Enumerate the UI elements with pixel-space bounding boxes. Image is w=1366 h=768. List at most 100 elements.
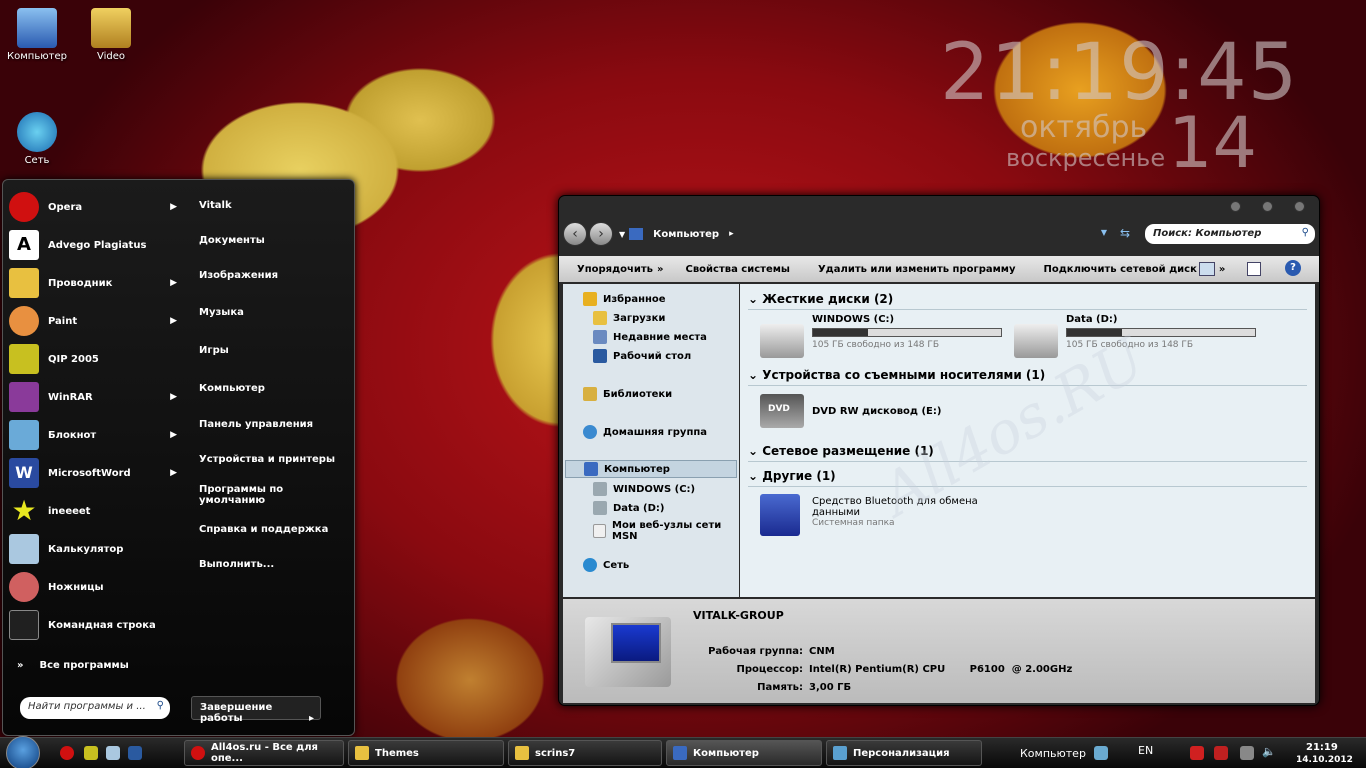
clock-day: 14 bbox=[1168, 102, 1258, 184]
network-tray-icon[interactable] bbox=[1240, 746, 1254, 760]
group-header-other[interactable]: ⌄ Другие (1) bbox=[748, 469, 1307, 487]
nav-item-homegroup[interactable]: Домашняя группа bbox=[583, 425, 707, 439]
update-tray-icon[interactable] bbox=[1214, 746, 1228, 760]
details-pane: VITALK-GROUP Рабочая группа: CNM Процесс… bbox=[563, 599, 1315, 703]
start-menu: Opera ▶ A Advego Plagiatus Проводник ▶ Pain… bbox=[2, 179, 355, 736]
place-run[interactable]: Выполнить... bbox=[199, 547, 349, 582]
back-button[interactable]: ‹ bbox=[563, 222, 587, 246]
preview-pane-icon[interactable] bbox=[1247, 262, 1261, 276]
program-qip[interactable]: QIP 2005 bbox=[9, 340, 183, 378]
nav-item-favorites[interactable]: Избранное bbox=[583, 292, 666, 306]
taskbar-button-personalization[interactable]: Персонализация bbox=[826, 740, 982, 766]
nav-item-computer[interactable]: Компьютер bbox=[565, 460, 737, 478]
nav-item-downloads[interactable]: Загрузки bbox=[593, 311, 665, 325]
command-bar: Упорядочить » Свойства системы Удалить ил… bbox=[559, 256, 1319, 282]
system-properties-button[interactable]: Свойства системы bbox=[685, 264, 789, 275]
nav-item-desktop[interactable]: Рабочий стол bbox=[593, 349, 691, 363]
users-tray-icon[interactable] bbox=[1094, 746, 1108, 760]
search-icon: ⚲ bbox=[1301, 227, 1309, 238]
place-music[interactable]: Музыка bbox=[199, 293, 349, 331]
quicklaunch-calculator-icon[interactable] bbox=[106, 746, 120, 760]
collapse-chevron-icon: ⌄ bbox=[748, 469, 763, 483]
place-default-programs[interactable]: Программы по умолчанию bbox=[199, 477, 349, 512]
nav-item-recent-places[interactable]: Недавние места bbox=[593, 330, 707, 344]
close-button[interactable] bbox=[1294, 201, 1305, 212]
place-documents[interactable]: Документы bbox=[199, 223, 349, 258]
search-input[interactable]: Поиск: Компьютер ⚲ bbox=[1145, 224, 1315, 244]
quicklaunch-qip-icon[interactable] bbox=[84, 746, 98, 760]
submenu-arrow-icon: ▶ bbox=[170, 468, 177, 478]
program-opera[interactable]: Opera ▶ bbox=[9, 188, 183, 226]
volume-icon[interactable]: 🔈 bbox=[1262, 745, 1276, 758]
map-network-drive-button[interactable]: Подключить сетевой диск bbox=[1043, 264, 1196, 275]
cmd-icon bbox=[9, 610, 39, 640]
nav-item-drive-d[interactable]: Data (D:) bbox=[593, 501, 665, 515]
drive-item-c[interactable]: WINDOWS (C:) 105 ГБ свободно из 148 ГБ bbox=[812, 314, 1002, 350]
taskbar-button-themes[interactable]: Themes bbox=[348, 740, 504, 766]
notepad-icon bbox=[9, 420, 39, 450]
security-tray-icon[interactable] bbox=[1190, 746, 1204, 760]
maximize-button[interactable] bbox=[1262, 201, 1273, 212]
program-word[interactable]: W MicrosoftWord ▶ bbox=[9, 454, 183, 492]
submenu-arrow-icon: ▶ bbox=[170, 202, 177, 212]
program-explorer[interactable]: Проводник ▶ bbox=[9, 264, 183, 302]
more-commands-icon[interactable]: » bbox=[1219, 264, 1225, 275]
desktop-icon-video[interactable]: Video bbox=[74, 8, 148, 62]
drive-item-dvd[interactable]: DVD RW дисковод (E:) bbox=[812, 406, 941, 417]
breadcrumb[interactable]: Компьютер bbox=[653, 229, 719, 240]
computer-icon bbox=[673, 746, 687, 760]
minimize-button[interactable] bbox=[1230, 201, 1241, 212]
place-games[interactable]: Игры bbox=[199, 331, 349, 369]
shutdown-button[interactable]: Завершение работы ▸ bbox=[191, 696, 321, 724]
program-notepad[interactable]: Блокнот ▶ bbox=[9, 416, 183, 454]
taskbar-button-browser[interactable]: All4os.ru - Все для опе... bbox=[184, 740, 344, 766]
organize-button[interactable]: Упорядочить bbox=[577, 264, 653, 275]
desktop-icon-computer[interactable]: Компьютер bbox=[0, 8, 74, 62]
group-header-hard-drives[interactable]: ⌄ Жесткие диски (2) bbox=[748, 292, 1307, 310]
desktop-icon-network[interactable]: Сеть bbox=[0, 112, 74, 166]
nav-item-libraries[interactable]: Библиотеки bbox=[583, 387, 672, 401]
shutdown-options-icon[interactable]: ▸ bbox=[309, 713, 314, 724]
breadcrumb-chevron-icon[interactable]: ▸ bbox=[729, 229, 734, 239]
start-button[interactable] bbox=[6, 736, 40, 768]
nav-item-msn-sites[interactable]: Мои веб-узлы сети MSN bbox=[593, 520, 739, 542]
all-programs-button[interactable]: » Все программы bbox=[9, 660, 129, 671]
place-help[interactable]: Справка и поддержка bbox=[199, 512, 349, 547]
address-toolbar-label[interactable]: Компьютер bbox=[1020, 747, 1086, 760]
refresh-icon[interactable]: ⇆ bbox=[1120, 226, 1130, 240]
help-icon[interactable]: ? bbox=[1285, 260, 1301, 276]
program-calculator[interactable]: Калькулятор bbox=[9, 530, 183, 568]
quicklaunch-desktop-icon[interactable] bbox=[128, 746, 142, 760]
recent-places-icon bbox=[593, 330, 607, 344]
program-winrar[interactable]: WinRAR ▶ bbox=[9, 378, 183, 416]
forward-button[interactable]: › bbox=[589, 222, 613, 246]
nav-item-network[interactable]: Сеть bbox=[583, 558, 629, 572]
tray-date[interactable]: 14.10.2012 bbox=[1296, 755, 1353, 765]
start-menu-places: Vitalk Документы Изображения Музыка Игры… bbox=[199, 188, 349, 582]
place-user[interactable]: Vitalk bbox=[199, 188, 349, 223]
taskbar-button-computer[interactable]: Компьютер bbox=[666, 740, 822, 766]
program-paint[interactable]: Paint ▶ bbox=[9, 302, 183, 340]
program-cmd[interactable]: Командная строка bbox=[9, 606, 183, 644]
program-ineeeet[interactable]: ★ ineeeet bbox=[9, 492, 183, 530]
ram-label: Память: bbox=[757, 682, 803, 693]
title-bar[interactable] bbox=[559, 196, 1319, 216]
place-pictures[interactable]: Изображения bbox=[199, 258, 349, 293]
taskbar-button-scrins7[interactable]: scrins7 bbox=[508, 740, 662, 766]
nav-item-drive-c[interactable]: WINDOWS (C:) bbox=[593, 482, 695, 496]
place-devices-printers[interactable]: Устройства и принтеры bbox=[199, 442, 349, 477]
tray-time[interactable]: 21:19 bbox=[1306, 742, 1338, 753]
program-advego[interactable]: A Advego Plagiatus bbox=[9, 226, 183, 264]
recent-pages-chevron-icon[interactable]: ▼ bbox=[619, 230, 625, 239]
language-indicator[interactable]: EN bbox=[1138, 744, 1153, 757]
place-control-panel[interactable]: Панель управления bbox=[199, 407, 349, 442]
uninstall-program-button[interactable]: Удалить или изменить программу bbox=[818, 264, 1016, 275]
hard-drive-icon bbox=[760, 324, 804, 358]
address-dropdown-icon[interactable]: ▼ bbox=[1101, 228, 1107, 237]
quicklaunch-opera-icon[interactable] bbox=[60, 746, 74, 760]
submenu-arrow-icon: ▶ bbox=[170, 316, 177, 326]
view-options-icon[interactable] bbox=[1199, 262, 1215, 276]
place-computer[interactable]: Компьютер bbox=[199, 369, 349, 407]
start-search-input[interactable]: Найти программы и ... ⚲ bbox=[20, 697, 170, 719]
program-scissors[interactable]: Ножницы bbox=[9, 568, 183, 606]
